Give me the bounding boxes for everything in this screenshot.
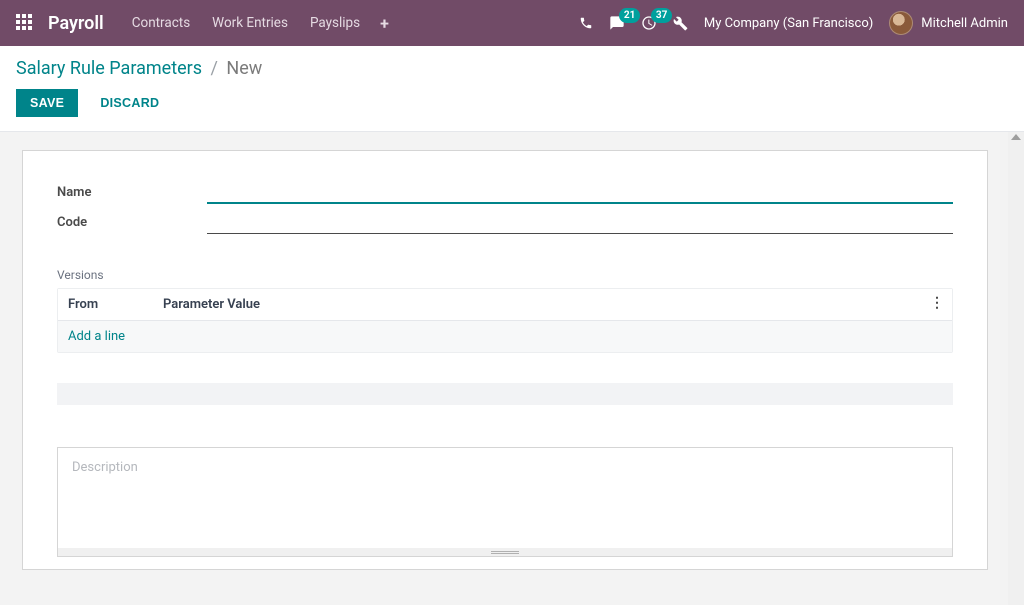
activities-badge: 37 bbox=[651, 8, 672, 23]
spacer-band bbox=[57, 383, 953, 405]
versions-section-label: Versions bbox=[57, 268, 953, 282]
breadcrumb: Salary Rule Parameters / New bbox=[16, 58, 1008, 79]
activities-icon[interactable]: 37 bbox=[641, 15, 657, 31]
code-label: Code bbox=[57, 215, 207, 234]
versions-table-body: Add a line bbox=[58, 321, 952, 352]
versions-table-header: From Parameter Value ⋮ bbox=[58, 289, 952, 321]
add-line-link[interactable]: Add a line bbox=[68, 329, 125, 344]
avatar bbox=[889, 11, 913, 35]
top-navbar: Payroll Contracts Work Entries Payslips … bbox=[0, 0, 1024, 46]
user-name: Mitchell Admin bbox=[921, 16, 1008, 31]
debug-icon[interactable] bbox=[673, 16, 688, 31]
col-header-value: Parameter Value bbox=[163, 297, 942, 312]
user-menu[interactable]: Mitchell Admin bbox=[889, 11, 1008, 35]
col-header-from: From bbox=[68, 297, 163, 312]
name-label: Name bbox=[57, 185, 207, 204]
apps-menu-icon[interactable] bbox=[16, 14, 34, 32]
phone-icon[interactable] bbox=[579, 16, 593, 30]
navbar-right: 21 37 My Company (San Francisco) Mitchel… bbox=[579, 11, 1008, 35]
description-box bbox=[57, 447, 953, 557]
nav-link-work-entries[interactable]: Work Entries bbox=[212, 15, 288, 31]
form-viewport: Name Code Versions From Parameter Value … bbox=[0, 132, 1024, 605]
code-input[interactable] bbox=[207, 210, 953, 234]
column-options-icon[interactable]: ⋮ bbox=[930, 295, 944, 311]
form-sheet: Name Code Versions From Parameter Value … bbox=[22, 150, 988, 570]
scroll-up-icon[interactable] bbox=[1011, 134, 1021, 140]
nav-links: Contracts Work Entries Payslips bbox=[132, 15, 360, 31]
scrollbar[interactable] bbox=[1008, 132, 1024, 605]
nav-link-payslips[interactable]: Payslips bbox=[310, 15, 360, 31]
discard-button[interactable]: DISCARD bbox=[92, 89, 167, 117]
versions-table: From Parameter Value ⋮ Add a line bbox=[57, 288, 953, 353]
messages-badge: 21 bbox=[619, 8, 640, 23]
company-switcher[interactable]: My Company (San Francisco) bbox=[704, 16, 873, 31]
new-icon[interactable]: + bbox=[380, 14, 389, 33]
save-button[interactable]: SAVE bbox=[16, 89, 78, 117]
nav-link-contracts[interactable]: Contracts bbox=[132, 15, 190, 31]
app-brand[interactable]: Payroll bbox=[48, 13, 104, 34]
control-panel: Salary Rule Parameters / New SAVE DISCAR… bbox=[0, 46, 1024, 132]
description-input[interactable] bbox=[58, 448, 952, 548]
resize-handle[interactable] bbox=[58, 548, 952, 556]
messages-icon[interactable]: 21 bbox=[609, 15, 625, 31]
breadcrumb-parent[interactable]: Salary Rule Parameters bbox=[16, 58, 202, 79]
name-input[interactable] bbox=[207, 179, 953, 204]
breadcrumb-current: New bbox=[226, 58, 262, 79]
breadcrumb-separator: / bbox=[211, 58, 218, 79]
